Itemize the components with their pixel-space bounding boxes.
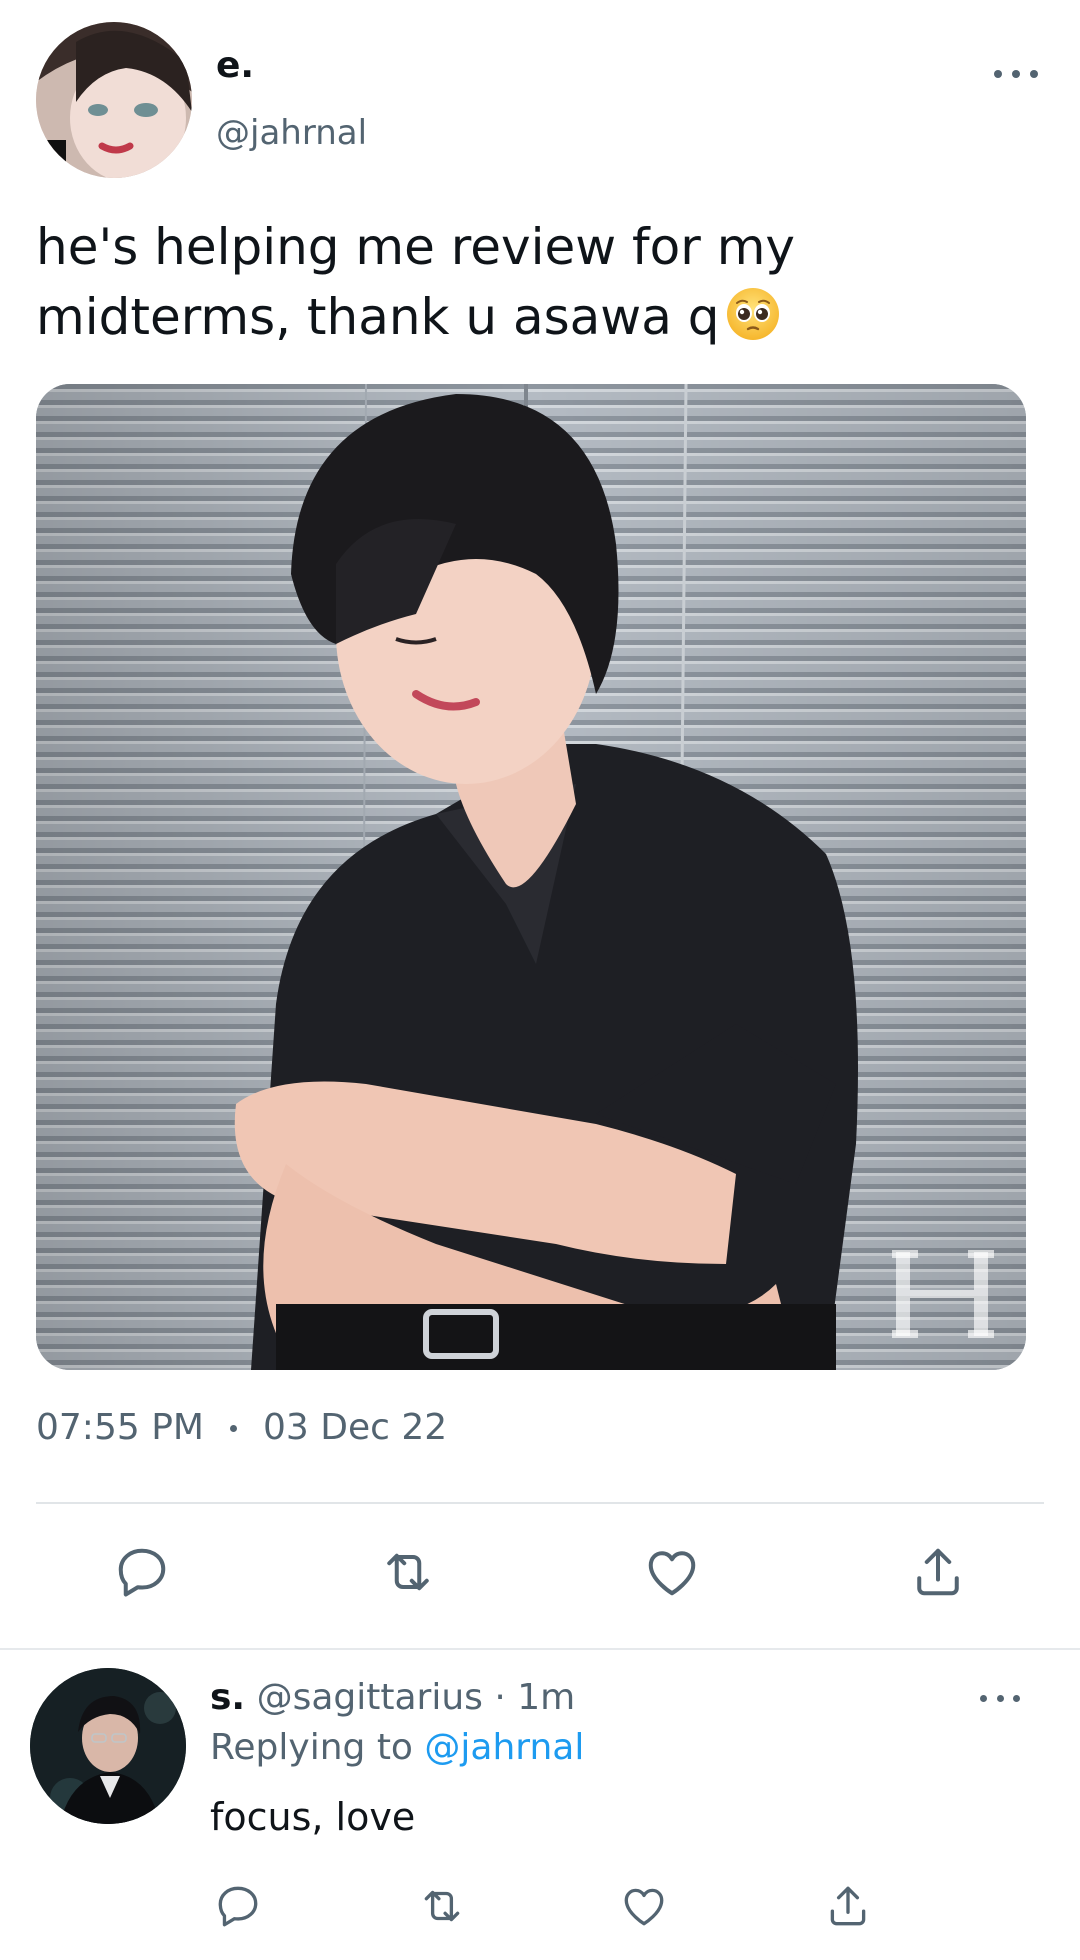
reply-author-handle[interactable]: @sagittarius <box>257 1677 483 1718</box>
divider <box>36 1502 1044 1504</box>
reply-separator: · <box>482 1677 518 1718</box>
tweet-text: he's helping me review for my midterms, … <box>36 212 1046 360</box>
heart-icon <box>624 1888 664 1926</box>
reply-text: focus, love <box>210 1795 416 1839</box>
replying-to-mention[interactable]: @jahrnal <box>424 1727 584 1768</box>
reply-header: s. @sagittarius · 1m <box>210 1680 575 1716</box>
author-name[interactable]: e. <box>216 48 254 84</box>
share-icon <box>830 1886 866 1926</box>
reply-reply-button[interactable] <box>210 1878 266 1934</box>
tweet-timestamp[interactable]: 07:55 PM 03 Dec 22 <box>36 1410 447 1446</box>
reply-retweet-button[interactable] <box>414 1878 470 1934</box>
reply-avatar-image <box>30 1668 186 1824</box>
reply-more-options-icon[interactable] <box>980 1688 1020 1708</box>
reply-author-name[interactable]: s. <box>210 1677 245 1718</box>
tweet-time: 07:55 PM <box>36 1407 204 1448</box>
reply-icon <box>118 1548 166 1597</box>
author-handle[interactable]: @jahrnal <box>216 116 367 150</box>
share-button[interactable] <box>906 1540 970 1604</box>
reply-action-bar <box>0 1878 1080 1938</box>
separator-dot <box>229 1424 237 1432</box>
reply-age: 1m <box>517 1677 576 1718</box>
replying-to-prefix: Replying to <box>210 1727 425 1768</box>
reply-like-button[interactable] <box>616 1878 672 1934</box>
retweet-icon <box>387 1553 429 1591</box>
reply-author-avatar[interactable] <box>30 1668 186 1824</box>
share-icon <box>917 1548 959 1596</box>
author-avatar-image <box>36 22 192 178</box>
photo-person-image <box>36 384 1026 1370</box>
reply-button[interactable] <box>110 1540 174 1604</box>
retweet-button[interactable] <box>376 1540 440 1604</box>
tweet-date: 03 Dec 22 <box>262 1407 448 1448</box>
heart-icon <box>648 1551 696 1596</box>
main-tweet: e. @jahrnal he's helping me review for m… <box>0 0 1080 1650</box>
tweet-photo[interactable] <box>36 384 1026 1370</box>
tweet-action-bar <box>0 1540 1080 1610</box>
pleading-face-emoji <box>725 286 781 360</box>
reply-share-button[interactable] <box>820 1878 876 1934</box>
tweet-text-body: he's helping me review for my midterms, … <box>36 218 795 346</box>
reply-tweet[interactable]: s. @sagittarius · 1m Replying to @jahrna… <box>0 1650 1080 1960</box>
like-button[interactable] <box>640 1540 704 1604</box>
author-avatar[interactable] <box>36 22 192 178</box>
replying-to: Replying to @jahrnal <box>210 1730 584 1766</box>
retweet-icon <box>424 1890 460 1922</box>
more-options-icon[interactable] <box>994 62 1038 86</box>
reply-icon <box>218 1886 258 1927</box>
